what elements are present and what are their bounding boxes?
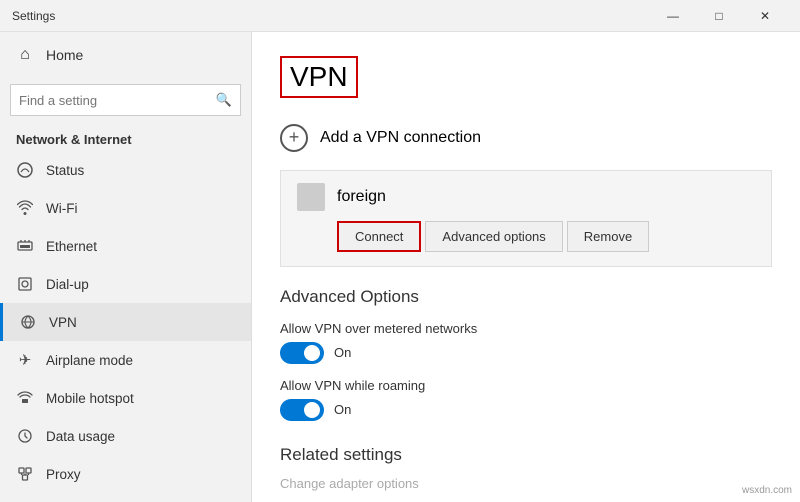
plus-icon: +	[280, 124, 308, 152]
vpn-connection-icon	[297, 183, 325, 211]
search-input[interactable]	[19, 93, 216, 108]
roaming-toggle[interactable]	[280, 399, 324, 421]
proxy-icon	[16, 465, 34, 483]
vpn-action-buttons: Connect Advanced options Remove	[297, 221, 755, 252]
sidebar-item-hotspot[interactable]: Mobile hotspot	[0, 379, 251, 417]
airplane-icon: ✈	[16, 351, 34, 369]
sidebar-home-label: Home	[46, 47, 83, 63]
page-title: VPN	[280, 56, 358, 98]
related-settings-title: Related settings	[280, 445, 772, 465]
add-vpn-button[interactable]: + Add a VPN connection	[280, 118, 772, 158]
watermark: wsxdn.com	[742, 485, 792, 496]
sidebar-item-home[interactable]: ⌂ Home	[0, 32, 251, 78]
metered-toggle-state: On	[334, 345, 351, 360]
sidebar: ⌂ Home 🔍 Network & Internet Status	[0, 32, 252, 502]
sidebar-item-airplane[interactable]: ✈ Airplane mode	[0, 341, 251, 379]
remove-button[interactable]: Remove	[567, 221, 649, 252]
vpn-icon	[19, 313, 37, 331]
search-icon-button[interactable]: 🔍	[216, 92, 232, 108]
roaming-toggle-row: On	[280, 399, 772, 421]
status-icon	[16, 161, 34, 179]
vpn-connection-card: foreign Connect Advanced options Remove	[280, 170, 772, 267]
vpn-card-header: foreign	[297, 183, 755, 211]
sidebar-item-datausage[interactable]: Data usage	[0, 417, 251, 455]
metered-networks-toggle[interactable]	[280, 342, 324, 364]
sidebar-section-title: Network & Internet	[0, 126, 251, 151]
hotspot-icon	[16, 389, 34, 407]
maximize-button[interactable]: □	[696, 0, 742, 32]
sidebar-item-proxy[interactable]: Proxy	[0, 455, 251, 493]
title-bar: Settings — □ ✕	[0, 0, 800, 32]
roaming-toggle-state: On	[334, 402, 351, 417]
sidebar-label-airplane: Airplane mode	[46, 353, 133, 368]
roaming-option: Allow VPN while roaming On	[280, 378, 772, 421]
metered-networks-label: Allow VPN over metered networks	[280, 321, 772, 336]
sidebar-label-ethernet: Ethernet	[46, 239, 97, 254]
metered-toggle-row: On	[280, 342, 772, 364]
home-icon: ⌂	[16, 46, 34, 64]
vpn-connection-name: foreign	[337, 188, 386, 206]
change-adapter-options-link[interactable]: Change adapter options	[280, 476, 419, 491]
minimize-button[interactable]: —	[650, 0, 696, 32]
related-settings-section: Related settings Change adapter options	[280, 445, 772, 493]
close-button[interactable]: ✕	[742, 0, 788, 32]
wifi-icon	[16, 199, 34, 217]
connect-button[interactable]: Connect	[337, 221, 421, 252]
title-bar-controls: — □ ✕	[650, 0, 788, 32]
sidebar-item-ethernet[interactable]: Ethernet	[0, 227, 251, 265]
sidebar-item-status[interactable]: Status	[0, 151, 251, 189]
sidebar-label-proxy: Proxy	[46, 467, 81, 482]
sidebar-item-dialup[interactable]: Dial-up	[0, 265, 251, 303]
search-box: 🔍	[10, 84, 241, 116]
advanced-options-button[interactable]: Advanced options	[425, 221, 562, 252]
add-vpn-label: Add a VPN connection	[320, 129, 481, 147]
app-body: ⌂ Home 🔍 Network & Internet Status	[0, 32, 800, 502]
sidebar-item-vpn[interactable]: VPN	[0, 303, 251, 341]
sidebar-label-vpn: VPN	[49, 315, 77, 330]
advanced-options-section: Advanced Options Allow VPN over metered …	[280, 287, 772, 421]
sidebar-label-dialup: Dial-up	[46, 277, 89, 292]
ethernet-icon	[16, 237, 34, 255]
title-bar-text: Settings	[12, 9, 650, 23]
advanced-options-title: Advanced Options	[280, 287, 772, 307]
sidebar-label-hotspot: Mobile hotspot	[46, 391, 134, 406]
content-area: VPN + Add a VPN connection foreign Conne…	[252, 32, 800, 502]
dialup-icon	[16, 275, 34, 293]
datausage-icon	[16, 427, 34, 445]
sidebar-label-datausage: Data usage	[46, 429, 115, 444]
metered-networks-option: Allow VPN over metered networks On	[280, 321, 772, 364]
roaming-label: Allow VPN while roaming	[280, 378, 772, 393]
sidebar-item-wifi[interactable]: Wi-Fi	[0, 189, 251, 227]
sidebar-label-wifi: Wi-Fi	[46, 201, 77, 216]
sidebar-label-status: Status	[46, 163, 84, 178]
